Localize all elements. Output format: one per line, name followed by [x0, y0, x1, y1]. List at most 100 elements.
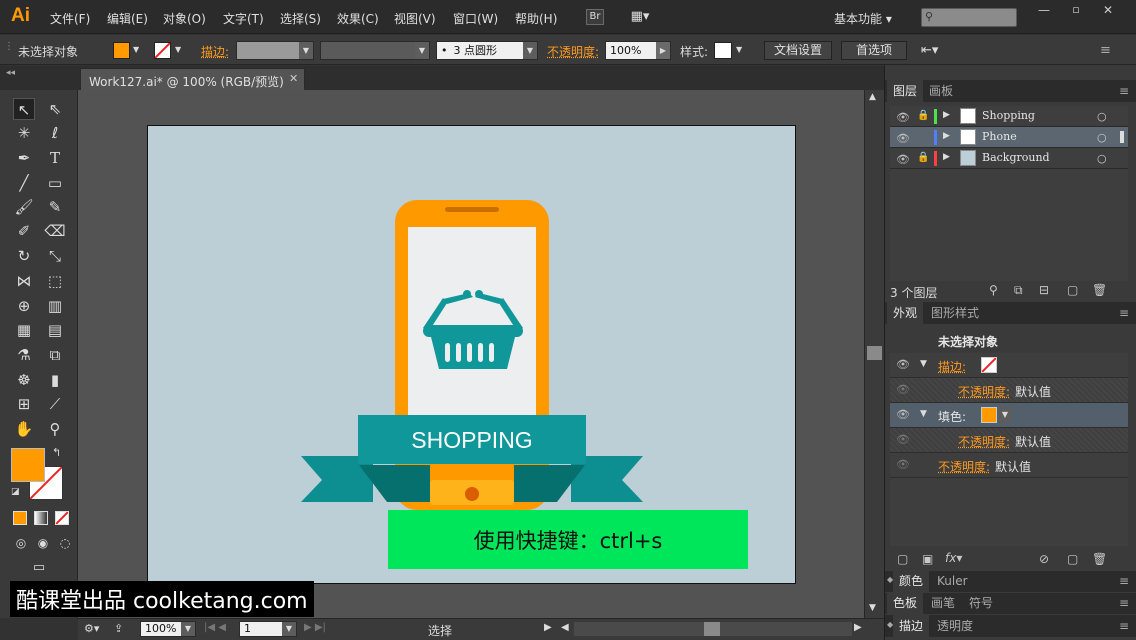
horizontal-scrollbar[interactable] — [574, 622, 852, 636]
tab-kuler[interactable]: Kuler — [931, 571, 974, 592]
screen-mode-icon[interactable]: ▭ — [28, 557, 50, 579]
document-tab[interactable]: Work127.ai* @ 100% (RGB/预览) ✕ — [80, 68, 305, 90]
graphic-style-swatch[interactable] — [714, 42, 732, 59]
scale-tool-icon[interactable]: ⤡ — [44, 245, 66, 267]
brush-dropdown[interactable]: • 3 点圆形 ▼ — [436, 41, 538, 60]
tab-artboards[interactable]: 画板 — [923, 80, 959, 102]
draw-behind-icon[interactable]: ◉ — [32, 532, 54, 554]
tab-color[interactable]: 颜色 — [893, 571, 930, 592]
help-search-input[interactable]: ⚲ — [921, 8, 1017, 27]
menu-window[interactable]: 窗口(W) — [453, 10, 498, 27]
preferences-button[interactable]: 首选项 — [841, 41, 907, 60]
shape-builder-tool-icon[interactable]: ⊕ — [13, 295, 35, 317]
locate-object-icon[interactable]: ⚲ — [989, 283, 998, 297]
trash-icon[interactable]: 🗑 — [1092, 283, 1107, 297]
visibility-eye-icon[interactable]: 👁 — [896, 458, 910, 472]
fill-swatch[interactable] — [981, 407, 997, 423]
bridge-button[interactable]: Br — [586, 9, 604, 25]
slice-tool-icon[interactable]: ⟋ — [44, 393, 66, 415]
tab-graphic-styles[interactable]: 图形样式 — [925, 302, 985, 324]
menu-select[interactable]: 选择(S) — [280, 10, 321, 27]
tab-close-icon[interactable]: ✕ — [289, 72, 298, 85]
tab-symbols[interactable]: 符号 — [963, 593, 999, 614]
status-menu-icon[interactable]: ▶ — [544, 622, 552, 633]
direct-selection-tool-icon[interactable]: ⇖ — [44, 98, 66, 120]
lasso-tool-icon[interactable]: ℓ — [44, 122, 66, 144]
align-icon[interactable]: ⇤▾ — [921, 43, 938, 58]
style-dropdown-icon[interactable]: ▼ — [736, 45, 742, 54]
opacity-field[interactable]: 100% ▶ — [605, 41, 671, 60]
panel-menu-icon[interactable]: ≡ — [1119, 619, 1129, 633]
tab-layers[interactable]: 图层 — [887, 80, 924, 102]
appearance-stroke-opacity-row[interactable]: 👁 不透明度: 默认值 — [890, 378, 1128, 403]
stroke-link[interactable]: 描边: — [201, 43, 229, 60]
gradient-mode-icon[interactable] — [34, 511, 48, 525]
artboard-tool-icon[interactable]: ⊞ — [13, 393, 35, 415]
type-tool-icon[interactable]: T — [44, 147, 66, 169]
layer-row-shopping[interactable]: 👁 🔒 ▶ Shopping ○ — [890, 106, 1128, 127]
stroke-weight-field[interactable]: ▼ — [236, 41, 314, 60]
rotate-tool-icon[interactable]: ↻ — [13, 245, 35, 267]
zoom-tool-icon[interactable]: ⚲ — [44, 418, 66, 440]
tab-brushes[interactable]: 画笔 — [925, 593, 961, 614]
stroke-dropdown-icon[interactable]: ▼ — [175, 45, 181, 54]
opacity-link[interactable]: 不透明度: — [547, 43, 599, 60]
page-field[interactable]: 1 ▼ — [239, 621, 297, 637]
draw-normal-icon[interactable]: ◎ — [10, 532, 32, 554]
selection-tool-icon[interactable]: ↖ — [13, 98, 35, 120]
appearance-object-opacity-row[interactable]: 👁 不透明度: 默认值 — [890, 453, 1128, 478]
layer-name[interactable]: Shopping — [982, 109, 1035, 122]
panel-menu-icon[interactable]: ≡ — [1119, 574, 1129, 588]
clear-appearance-icon[interactable]: ⊘ — [1039, 552, 1049, 566]
rectangle-tool-icon[interactable]: ▭ — [44, 172, 66, 194]
menu-view[interactable]: 视图(V) — [394, 10, 436, 27]
minimize-icon[interactable]: — — [1028, 2, 1060, 18]
close-icon[interactable]: ✕ — [1092, 2, 1124, 18]
blob-brush-tool-icon[interactable]: ✐ — [13, 220, 35, 242]
visibility-eye-icon[interactable]: 👁 — [896, 111, 910, 125]
swap-colors-icon[interactable]: ↰ — [52, 446, 61, 459]
default-colors-icon[interactable]: ◪ — [11, 487, 20, 497]
opacity-link[interactable]: 不透明度: — [938, 458, 990, 475]
menu-type[interactable]: 文字(T) — [223, 10, 264, 27]
zoom-field[interactable]: 100% ▼ — [140, 621, 196, 637]
lock-icon[interactable]: 🔒 — [917, 110, 929, 121]
none-mode-icon[interactable] — [55, 511, 69, 525]
hscroll-left-icon[interactable]: ◀ — [561, 622, 569, 633]
appearance-fill-row[interactable]: 👁 ▼ 填色: ▼ — [890, 403, 1128, 428]
first-page-icon[interactable]: |◀ ◀ — [204, 622, 226, 633]
add-fill-icon[interactable]: ▣ — [922, 552, 933, 566]
visibility-eye-icon[interactable]: 👁 — [896, 132, 910, 146]
panel-menu-icon[interactable]: ≡ — [1100, 43, 1111, 58]
stroke-swatch[interactable] — [981, 357, 997, 373]
paintbrush-tool-icon[interactable]: 🖌 — [13, 196, 35, 218]
opacity-link[interactable]: 不透明度: — [958, 383, 1010, 400]
tab-appearance[interactable]: 外观 — [887, 302, 924, 324]
collapse-triangle-icon[interactable]: ▼ — [920, 409, 927, 419]
layer-row-phone[interactable]: 👁 ▶ Phone ○ — [890, 127, 1128, 148]
lock-icon[interactable]: 🔒 — [917, 152, 929, 163]
tab-swatches[interactable]: 色板 — [887, 593, 924, 614]
column-graph-tool-icon[interactable]: ▮ — [44, 369, 66, 391]
scroll-down-icon[interactable]: ▼ — [869, 603, 876, 613]
new-sublayer-icon[interactable]: ⊟ — [1039, 283, 1049, 297]
share-icon[interactable]: ⇪ — [114, 622, 123, 635]
expand-triangle-icon[interactable]: ▶ — [943, 110, 950, 120]
tab-stroke[interactable]: 描边 — [893, 615, 930, 637]
fill-dropdown-icon[interactable]: ▼ — [133, 45, 139, 54]
document-setup-button[interactable]: 文档设置 — [764, 41, 832, 60]
pencil-tool-icon[interactable]: ✎ — [44, 196, 66, 218]
visibility-eye-icon[interactable]: 👁 — [896, 153, 910, 167]
panel-menu-icon[interactable]: ≡ — [1119, 596, 1129, 610]
eyedropper-tool-icon[interactable]: ⚗ — [13, 344, 35, 366]
collapse-toolbox-icon[interactable]: ◂◂ — [6, 68, 15, 78]
stroke-swatch[interactable] — [154, 42, 171, 59]
layer-name[interactable]: Background — [982, 151, 1050, 164]
opacity-link[interactable]: 不透明度: — [958, 433, 1010, 450]
layer-row-background[interactable]: 👁 🔒 ▶ Background ○ — [890, 148, 1128, 169]
scroll-thumb[interactable] — [867, 346, 882, 360]
duplicate-item-icon[interactable]: ▢ — [1067, 552, 1078, 566]
vertical-scrollbar[interactable]: ▲ ▼ — [864, 90, 884, 618]
clipping-mask-icon[interactable]: ⧉ — [1014, 283, 1023, 298]
expand-triangle-icon[interactable]: ▶ — [943, 131, 950, 141]
